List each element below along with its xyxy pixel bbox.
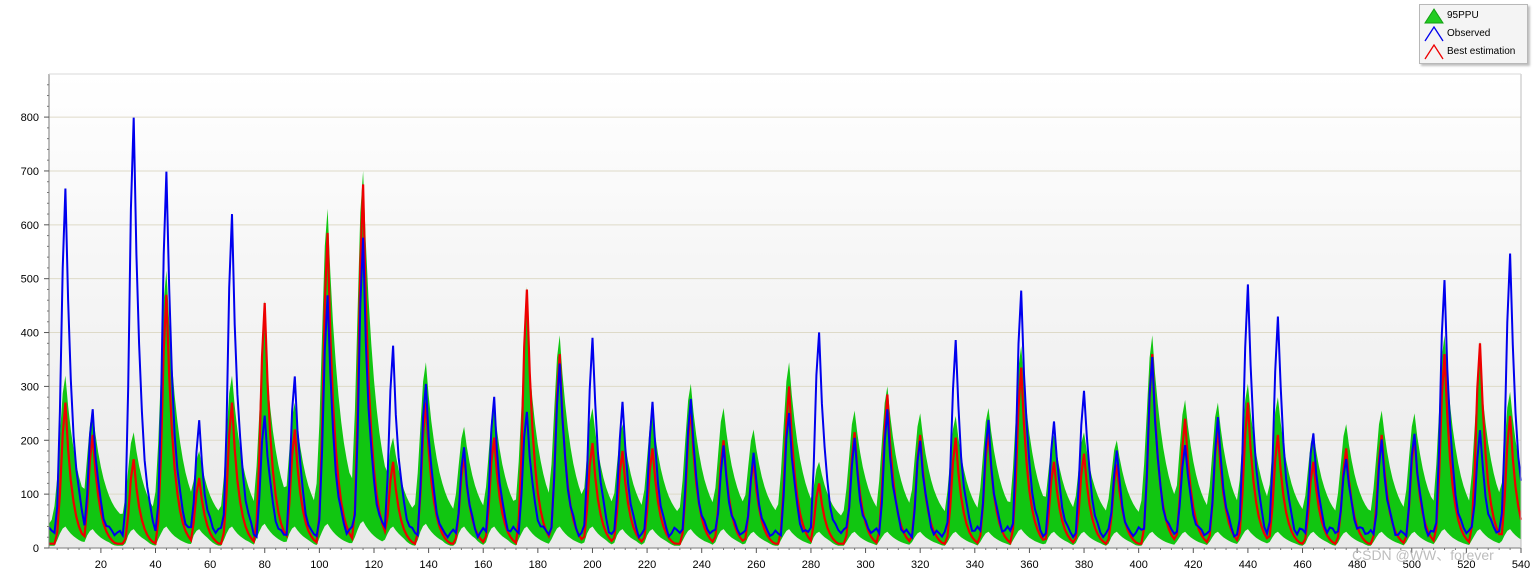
x-tick-label-80: 80 xyxy=(259,559,271,571)
x-tick-label-400: 400 xyxy=(1129,559,1147,571)
legend-label-best-estimation: Best estimation xyxy=(1447,46,1516,57)
hydrograph-chart: 0 100 200 300 400 500 600 700 800 20 40 60 80 100 120 1… xyxy=(0,0,1537,574)
triangle-fill-icon xyxy=(1424,8,1444,24)
y-tick-label-500: 500 xyxy=(21,274,39,286)
x-tick-label-460: 460 xyxy=(1293,559,1311,571)
y-tick-label-200: 200 xyxy=(21,435,39,447)
y-tick-label-600: 600 xyxy=(21,220,39,232)
x-tick-label-180: 180 xyxy=(529,559,547,571)
x-tick-label-540: 540 xyxy=(1512,559,1530,571)
x-tick-label-120: 120 xyxy=(365,559,383,571)
y-tick-label-400: 400 xyxy=(21,328,39,340)
chart-svg: 0 100 200 300 400 500 600 700 800 20 40 60 80 100 120 1… xyxy=(21,73,1530,571)
x-tick-label-260: 260 xyxy=(747,559,765,571)
x-tick-label-220: 220 xyxy=(638,559,656,571)
legend-item-95ppu: 95PPU xyxy=(1424,7,1479,25)
x-tick-label-300: 300 xyxy=(856,559,874,571)
x-tick-label-40: 40 xyxy=(149,559,161,571)
x-tick-label-100: 100 xyxy=(310,559,328,571)
x-tick-label-360: 360 xyxy=(1020,559,1038,571)
x-tick-label-280: 280 xyxy=(802,559,820,571)
x-tick-label-240: 240 xyxy=(693,559,711,571)
x-tick-label-340: 340 xyxy=(966,559,984,571)
x-tick-label-320: 320 xyxy=(911,559,929,571)
x-tick-label-160: 160 xyxy=(474,559,492,571)
x-tick-label-60: 60 xyxy=(204,559,216,571)
legend-item-best-estimation: Best estimation xyxy=(1424,43,1515,61)
watermark: CSDN @WW、forever xyxy=(1352,547,1494,563)
y-tick-label-700: 700 xyxy=(21,166,39,178)
x-tick-label-20: 20 xyxy=(95,559,107,571)
x-tick-label-200: 200 xyxy=(583,559,601,571)
x-tick-label-440: 440 xyxy=(1239,559,1257,571)
y-tick-label-100: 100 xyxy=(21,489,39,501)
triangle-outline-red-icon xyxy=(1424,44,1444,60)
x-tick-label-380: 380 xyxy=(1075,559,1093,571)
legend-item-observed: Observed xyxy=(1424,25,1490,43)
x-tick-label-140: 140 xyxy=(419,559,437,571)
legend-label-95ppu: 95PPU xyxy=(1447,10,1479,21)
y-tick-label-800: 800 xyxy=(21,112,39,124)
y-tick-label-0: 0 xyxy=(33,543,39,555)
legend-label-observed: Observed xyxy=(1447,28,1491,39)
triangle-outline-blue-icon xyxy=(1424,26,1444,42)
chart-legend: 95PPU Observed Best estimation xyxy=(1419,4,1528,64)
y-tick-label-300: 300 xyxy=(21,381,39,393)
x-tick-label-420: 420 xyxy=(1184,559,1202,571)
